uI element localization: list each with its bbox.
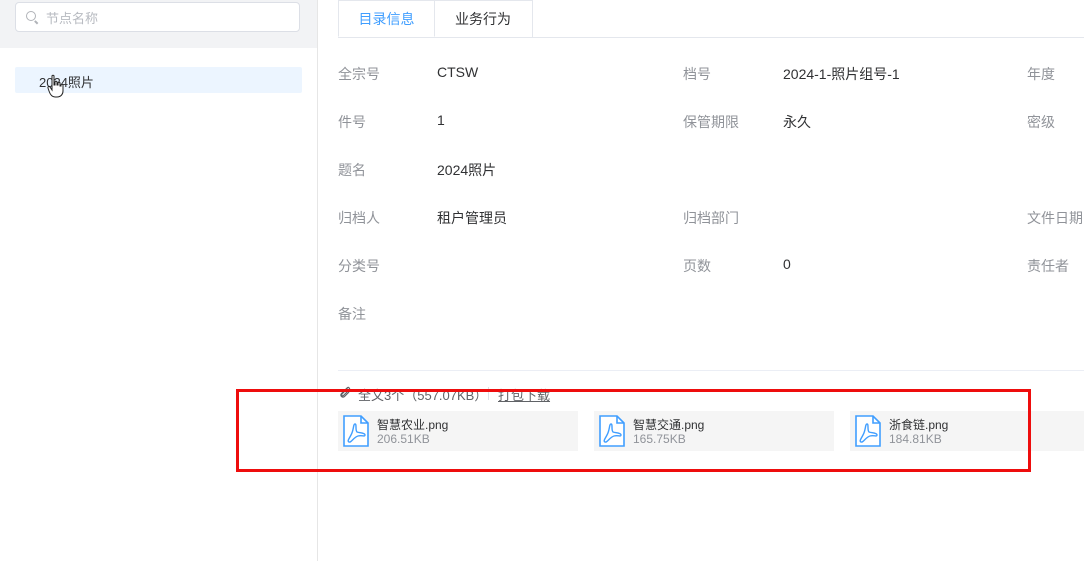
field-value-page-count: 0 [783,256,791,272]
file-card[interactable]: 智慧交通.png 165.75KB [594,411,834,451]
tree-panel-header [0,0,317,48]
field-label-classification: 密级 [1027,114,1055,130]
field-label-archive-no: 档号 [683,66,711,82]
file-size: 184.81KB [889,432,942,446]
field-value-archive-no: 2024-1-照片组号-1 [783,66,900,82]
file-card[interactable]: 浙食链.png 184.81KB [850,411,1084,451]
file-size: 206.51KB [377,432,430,446]
field-label-responsible: 责任者 [1027,258,1069,274]
field-value-fonds: CTSW [437,64,479,80]
field-label-category-no: 分类号 [338,258,380,274]
field-label-retention: 保管期限 [683,114,739,130]
field-value-archiver: 租户管理员 [437,210,507,226]
field-label-archive-dept: 归档部门 [683,210,739,226]
field-label-remarks: 备注 [338,306,366,322]
pdf-file-icon [855,415,881,447]
file-card[interactable]: 智慧农业.png 206.51KB [338,411,578,451]
pdf-file-icon [343,415,369,447]
field-label-item-no: 件号 [338,114,366,130]
search-box[interactable] [15,2,300,33]
field-label-fonds: 全宗号 [338,66,380,82]
file-name: 智慧交通.png [633,418,705,432]
paperclip-icon [340,386,351,398]
section-divider [338,370,1084,371]
field-value-item-no: 1 [437,112,445,128]
field-label-year: 年度 [1027,66,1055,82]
field-value-retention: 永久 [783,114,811,130]
download-all-link[interactable]: 打包下载 [498,385,550,404]
search-input[interactable] [44,3,298,33]
field-value-title: 2024照片 [437,162,497,178]
tab-business-behavior[interactable]: 业务行为 [434,0,533,37]
field-label-archiver: 归档人 [338,210,380,226]
field-label-file-date: 文件日期 [1027,210,1083,226]
attachments-separator [488,387,489,400]
file-size: 165.75KB [633,432,686,446]
file-name: 智慧农业.png [377,418,449,432]
hand-cursor-icon [47,74,64,98]
attachments-title: 全文3个（557.07KB） [358,388,488,403]
tab-catalog-info[interactable]: 目录信息 [338,0,435,37]
pdf-file-icon [599,415,625,447]
field-label-title: 题名 [338,162,366,178]
field-label-page-count: 页数 [683,258,711,274]
file-name: 浙食链.png [889,418,949,432]
tab-bar: 目录信息 业务行为 [338,0,1084,38]
tree-panel: 2024照片 [0,0,318,561]
search-icon [26,11,36,21]
